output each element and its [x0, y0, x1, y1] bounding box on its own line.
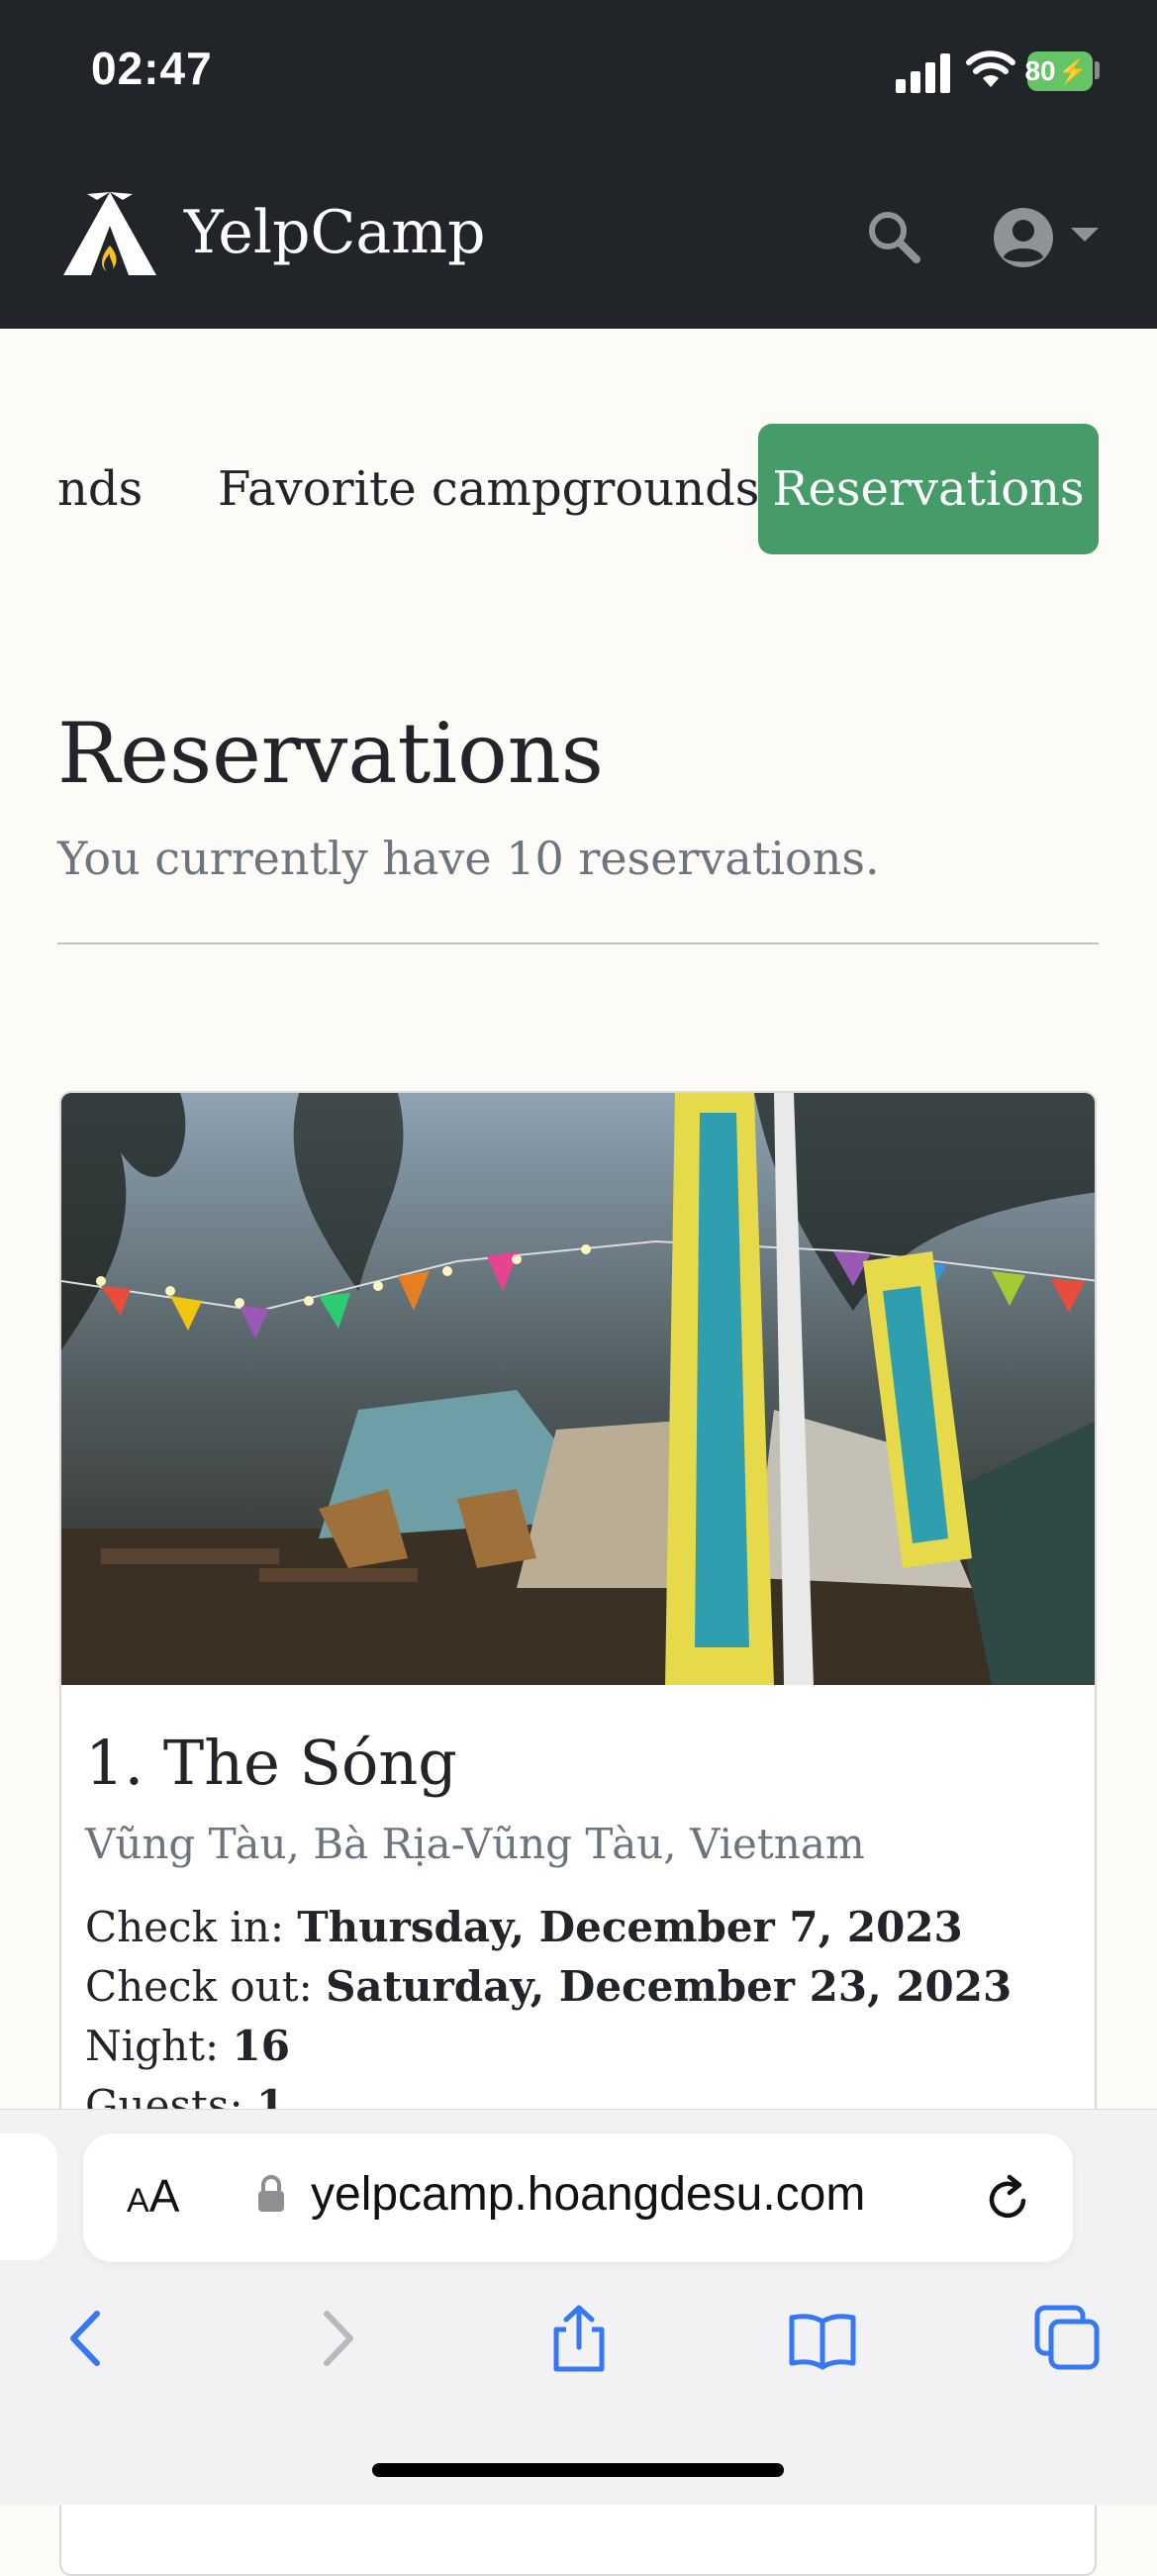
check-in-label: Check in: — [85, 1903, 284, 1951]
lock-icon — [258, 2175, 284, 2212]
tent-logo-icon[interactable] — [57, 186, 162, 285]
user-circle-icon[interactable] — [992, 206, 1055, 269]
night-count: 16 — [232, 2022, 290, 2070]
back-icon[interactable] — [51, 2304, 121, 2373]
nights-row: Night: 16 — [85, 2022, 290, 2070]
tab-favorite-campgrounds[interactable]: Favorite campgrounds — [218, 424, 759, 554]
address-bar[interactable]: AA yelpcamp.hoangdesu.com — [83, 2133, 1073, 2262]
aa-large: A — [148, 2170, 180, 2222]
check-out-label: Check out: — [85, 1962, 313, 2011]
wifi-icon — [966, 50, 1015, 87]
battery-cap — [1095, 61, 1100, 79]
night-label: Night: — [85, 2022, 220, 2070]
share-icon[interactable] — [544, 2304, 614, 2373]
campground-photo — [61, 1093, 1095, 1685]
tabs-icon[interactable] — [1033, 2304, 1103, 2373]
reload-icon[interactable] — [984, 2173, 1033, 2225]
tab-reservations[interactable]: Reservations — [758, 424, 1099, 554]
bookmarks-icon[interactable] — [788, 2304, 857, 2373]
forward-icon[interactable] — [303, 2304, 372, 2373]
aa-small: A — [127, 2182, 149, 2220]
battery-level: 80 — [1024, 55, 1056, 86]
reservation-title[interactable]: 1. The Sóng — [85, 1727, 457, 1799]
check-out-row: Check out: Saturday, December 23, 2023 — [85, 1962, 1012, 2011]
home-indicator — [372, 2463, 784, 2477]
previous-tab-preview[interactable] — [0, 2133, 57, 2260]
reservation-location: Vũng Tàu, Bà Rịa-Vũng Tàu, Vietnam — [85, 1820, 865, 1868]
search-icon[interactable] — [865, 208, 922, 265]
divider — [57, 942, 1099, 944]
page-subtitle: You currently have 10 reservations. — [57, 832, 880, 885]
reservation-tabs: nds Favorite campgrounds Reservations — [0, 424, 1157, 554]
battery-icon: 80 ⚡ — [1024, 51, 1093, 91]
check-out-date: Saturday, December 23, 2023 — [326, 1962, 1012, 2011]
check-in-date: Thursday, December 7, 2023 — [297, 1903, 963, 1951]
status-bar: 02:47 80 ⚡ — [0, 0, 1157, 139]
browser-toolbar: AA yelpcamp.hoangdesu.com — [0, 2109, 1157, 2505]
brand-name[interactable]: YelpCamp — [184, 198, 485, 267]
cellular-signal-icon — [896, 51, 951, 93]
reader-settings-button[interactable]: AA — [127, 2169, 179, 2223]
page-title: Reservations — [57, 705, 604, 802]
status-time: 02:47 — [91, 43, 213, 94]
tab-campgrounds[interactable]: nds — [57, 424, 143, 554]
chevron-down-icon[interactable] — [1071, 228, 1099, 244]
url-text[interactable]: yelpcamp.hoangdesu.com — [311, 2167, 865, 2222]
check-in-row: Check in: Thursday, December 7, 2023 — [85, 1903, 963, 1951]
navbar: YelpCamp — [0, 139, 1157, 329]
